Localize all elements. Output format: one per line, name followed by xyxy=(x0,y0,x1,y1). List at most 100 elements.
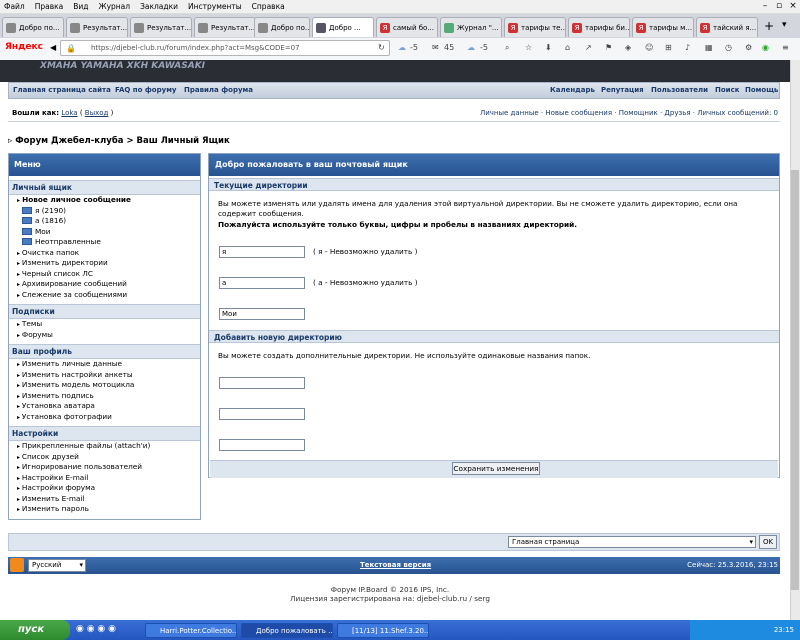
nav-faq-link[interactable]: FAQ по форуму xyxy=(115,86,176,94)
close-window-button[interactable]: × xyxy=(786,0,800,13)
sidebar-item[interactable]: Настройки форума xyxy=(9,483,200,494)
taskbar-item-active[interactable]: Добро пожаловать ... xyxy=(241,623,333,638)
sidebar-item[interactable]: Изменить директории xyxy=(9,258,200,269)
sidebar-item[interactable]: Очистка папок xyxy=(9,248,200,259)
save-changes-button[interactable]: Сохранить изменения xyxy=(452,462,540,475)
jump-ok-button[interactable]: OK xyxy=(759,535,777,549)
nav-reputation-link[interactable]: Репутация xyxy=(601,86,644,94)
pocket-icon[interactable]: ◈ xyxy=(625,42,631,54)
browser-tab[interactable]: Результат... xyxy=(66,17,128,37)
user-links[interactable]: Личные данные · Новые сообщения · Помощн… xyxy=(480,109,778,117)
language-select[interactable]: Русский ▾ xyxy=(28,559,86,572)
browser-tab[interactable]: Результат... xyxy=(194,17,256,37)
new-tab-plus-icon[interactable]: + xyxy=(764,19,774,33)
menu-file[interactable]: Файл xyxy=(4,0,25,13)
sidebar-item[interactable]: Слежение за сообщениями xyxy=(9,290,200,301)
sidebar-item[interactable]: Изменить настройки анкеты xyxy=(9,370,200,381)
scrollbar-thumb[interactable] xyxy=(791,170,799,590)
menu-history[interactable]: Журнал xyxy=(99,0,131,13)
sidebar-item[interactable]: Установка аватара xyxy=(9,401,200,412)
weather-cloud-icon-2[interactable]: ☁ xyxy=(467,42,475,54)
nav-help-link[interactable]: Помощь xyxy=(745,86,778,94)
share-icon[interactable]: ↗ xyxy=(585,42,592,54)
sound-icon[interactable]: ♪ xyxy=(685,42,690,54)
back-arrow-icon[interactable]: ◀ xyxy=(50,43,56,52)
minimize-button[interactable]: – xyxy=(758,0,772,13)
sidebar-folder[interactable]: Мои xyxy=(9,227,200,238)
hamburger-menu-icon[interactable]: ≡ xyxy=(782,42,789,54)
maximize-button[interactable]: ▫ xyxy=(772,0,786,13)
user-link[interactable]: Loka xyxy=(61,109,77,117)
calendar-icon[interactable]: ▦ xyxy=(705,42,713,54)
mail-icon[interactable]: ✉ xyxy=(432,42,439,54)
sidebar-item[interactable]: Изменить подпись xyxy=(9,391,200,402)
browser-tab[interactable]: Ятарифы те... xyxy=(504,17,566,37)
nav-search-link[interactable]: Поиск xyxy=(715,86,739,94)
breadcrumb-text[interactable]: Форум Джебел-клуба > Ваш Личный Ящик xyxy=(15,136,230,146)
menu-edit[interactable]: Правка xyxy=(35,0,64,13)
browser-tab[interactable]: Результат... xyxy=(130,17,192,37)
nav-home-link[interactable]: Главная страница сайта xyxy=(13,86,111,94)
url-field[interactable]: https://djebel-club.ru/forum/index.php?a… xyxy=(60,40,390,56)
nav-calendar-link[interactable]: Календарь xyxy=(550,86,595,94)
new-dir-input[interactable] xyxy=(219,377,305,389)
taskbar-item[interactable]: [11/13] 11.Shef.3.20... xyxy=(337,623,429,638)
rss-icon[interactable] xyxy=(10,558,24,572)
browser-tab[interactable]: Добро по... xyxy=(2,17,64,37)
nav-users-link[interactable]: Пользователи xyxy=(651,86,708,94)
browser-tab[interactable]: Ятайский я... xyxy=(696,17,758,37)
sidebar-item[interactable]: Темы xyxy=(9,319,200,330)
browser-tab[interactable]: Ятарифы би... xyxy=(568,17,630,37)
menu-tools[interactable]: Инструменты xyxy=(188,0,242,13)
translate-icon[interactable]: ⊞ xyxy=(665,42,672,54)
sidebar-item[interactable]: Игнорирование пользователей xyxy=(9,462,200,473)
yandex-logo[interactable]: Яндекс xyxy=(5,42,43,52)
weather-cloud-icon[interactable]: ☁ xyxy=(398,42,406,54)
dir-name-input[interactable]: я xyxy=(219,246,305,258)
browser-tab[interactable]: Ясамый бо... xyxy=(376,17,438,37)
sidebar-item-new-message[interactable]: Новое личное сообщение xyxy=(9,195,200,206)
new-dir-input[interactable] xyxy=(219,408,305,420)
bookmark-icon[interactable]: ⚑ xyxy=(605,42,612,54)
forum-jump-select[interactable]: Главная страница ▾ xyxy=(508,536,756,548)
sidebar-item[interactable]: Форумы xyxy=(9,330,200,341)
browser-tab[interactable]: Добро по... xyxy=(254,17,310,37)
extension-icon[interactable]: ⚙ xyxy=(745,42,752,54)
browser-tab[interactable]: Журнал "... xyxy=(440,17,502,37)
sidebar-item[interactable]: Список друзей xyxy=(9,452,200,463)
sidebar-item[interactable]: Изменить модель мотоцикла xyxy=(9,380,200,391)
download-icon[interactable]: ⬇ xyxy=(545,42,552,54)
star-icon[interactable]: ☆ xyxy=(525,42,532,54)
reload-icon[interactable]: ↻ xyxy=(378,42,385,54)
sidebar-item[interactable]: Изменить пароль xyxy=(9,504,200,515)
sidebar-item[interactable]: Настройки E-mail xyxy=(9,473,200,484)
quicklaunch-icons[interactable]: ◉ ◉ ◉ ◉ xyxy=(76,624,116,634)
menu-help[interactable]: Справка xyxy=(252,0,285,13)
browser-tab[interactable]: Ятарифы м... xyxy=(632,17,694,37)
sidebar-item[interactable]: Прикрепленные файлы (attach'и) xyxy=(9,441,200,452)
dir-name-input[interactable]: а xyxy=(219,277,305,289)
browser-tab-active[interactable]: Добро ... xyxy=(312,17,374,37)
sidebar-item[interactable]: Изменить E-mail xyxy=(9,494,200,505)
sidebar-item[interactable]: Установка фотографии xyxy=(9,412,200,423)
new-dir-input[interactable] xyxy=(219,439,305,451)
sidebar-item[interactable]: Архивирование сообщений xyxy=(9,279,200,290)
sidebar-folder[interactable]: Неотправленные xyxy=(9,237,200,248)
sidebar-folder[interactable]: а (1816) xyxy=(9,216,200,227)
taskbar-item[interactable]: Harri.Potter.Collectio... xyxy=(145,623,237,638)
sidebar-item[interactable]: Изменить личные данные xyxy=(9,359,200,370)
menu-bookmarks[interactable]: Закладки xyxy=(140,0,178,13)
home-icon[interactable]: ⌂ xyxy=(565,42,570,54)
tab-list-chevron-icon[interactable]: ▾ xyxy=(782,20,787,30)
chat-icon[interactable]: ☺ xyxy=(645,42,653,54)
clock[interactable]: 23:15 xyxy=(774,626,794,634)
start-button[interactable]: пуск xyxy=(0,620,70,640)
sync-icon[interactable]: ◉ xyxy=(762,42,769,54)
logout-link[interactable]: Выход xyxy=(85,109,109,117)
sidebar-folder[interactable]: я (2190) xyxy=(9,206,200,217)
dir-name-input[interactable]: Мои xyxy=(219,308,305,320)
nav-rules-link[interactable]: Правила форума xyxy=(184,86,253,94)
text-version-link[interactable]: Текстовая версия xyxy=(360,561,431,569)
menu-view[interactable]: Вид xyxy=(73,0,88,13)
sidebar-item[interactable]: Черный список ЛС xyxy=(9,269,200,280)
